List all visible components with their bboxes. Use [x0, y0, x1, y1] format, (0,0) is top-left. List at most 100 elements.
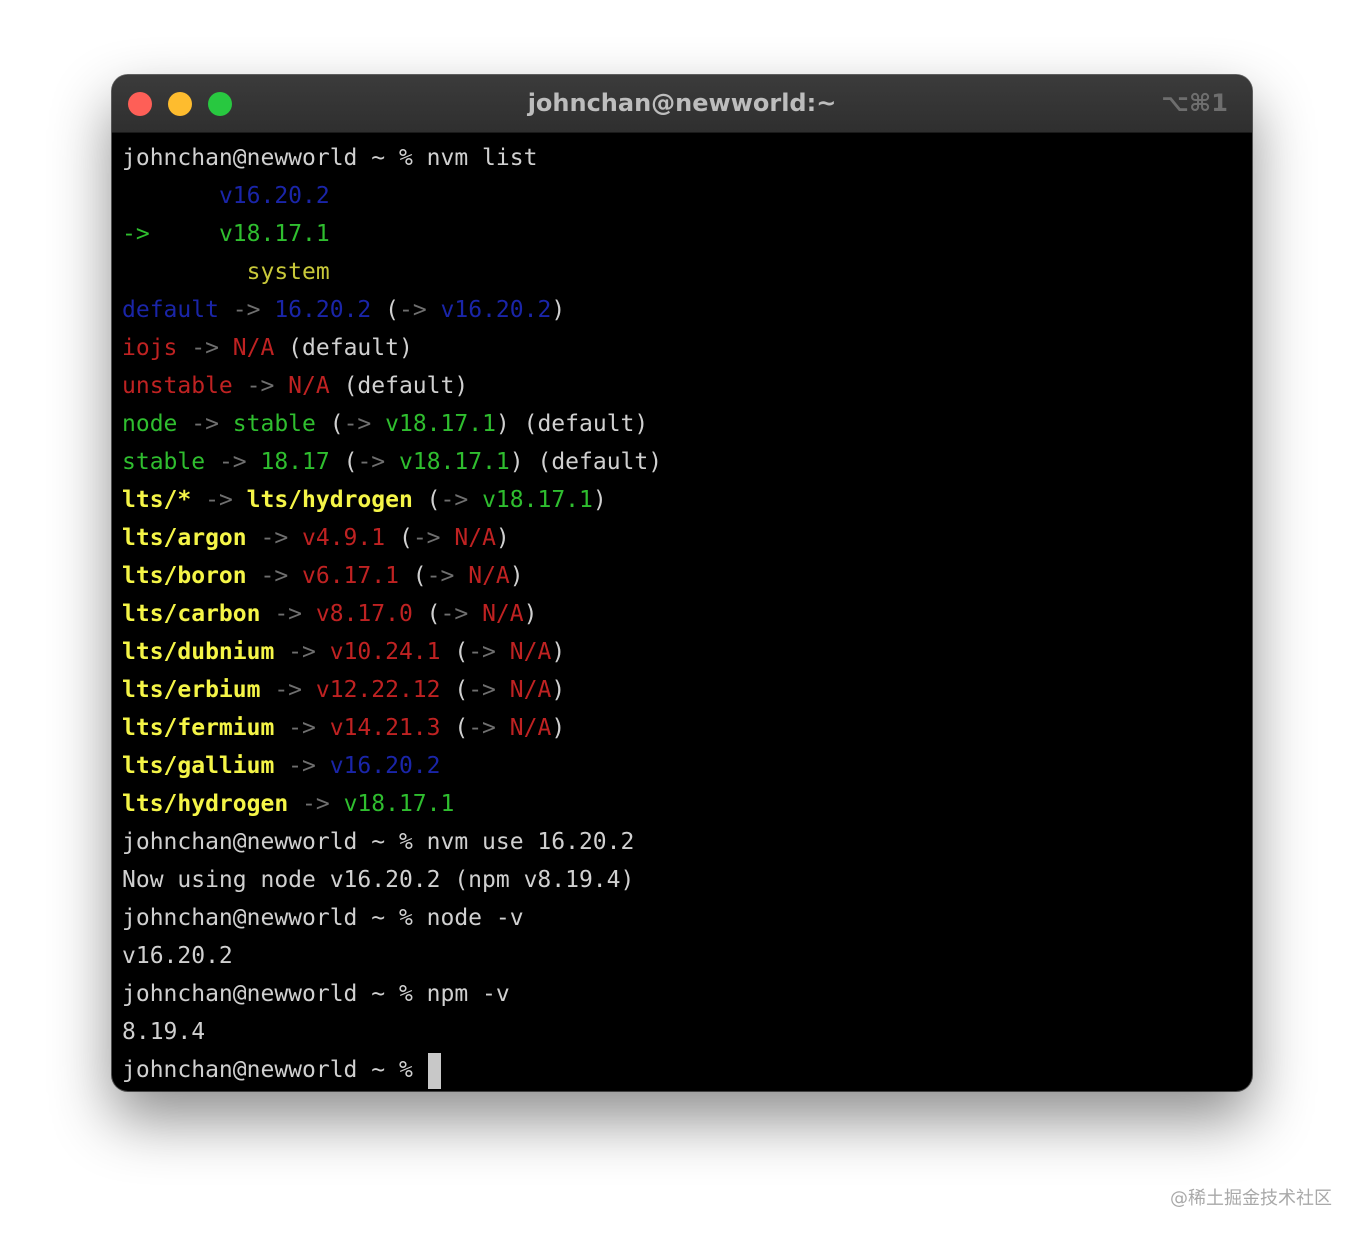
- terminal-text-segment: v10.24.1: [329, 639, 441, 665]
- terminal-text-segment: Now using node v16.20.2 (npm v8.19.4): [122, 867, 635, 893]
- terminal-text-segment: johnchan@newworld ~ % npm -v: [122, 981, 510, 1007]
- terminal-text-segment: ): [551, 639, 566, 665]
- terminal-line: lts/carbon -> v8.17.0 (-> N/A): [122, 595, 662, 633]
- terminal-text-segment: (: [315, 411, 344, 437]
- terminal-text-segment: ->: [343, 411, 372, 437]
- terminal-text-segment: 16.20.2: [274, 297, 372, 323]
- terminal-text-segment: lts/*: [122, 487, 192, 513]
- terminal-text-segment: (: [398, 563, 427, 589]
- terminal-line: Now using node v16.20.2 (npm v8.19.4): [122, 861, 662, 899]
- terminal-text-segment: unstable: [122, 373, 233, 399]
- terminal-text-segment: ->: [398, 297, 427, 323]
- terminal-text-segment: v16.20.2: [440, 297, 552, 323]
- terminal-text-segment: v16.20.2: [218, 183, 330, 209]
- terminal-text-segment: 8.19.4: [122, 1019, 206, 1045]
- terminal-line: lts/gallium -> v16.20.2: [122, 747, 662, 785]
- terminal-text-segment: N/A: [454, 525, 496, 551]
- terminal-text-segment: ->: [468, 715, 496, 741]
- terminal-text-segment: N/A: [288, 373, 330, 399]
- terminal-text-segment: stable: [232, 411, 316, 437]
- terminal-text-segment: ->: [468, 639, 496, 665]
- terminal-line: lts/fermium -> v14.21.3 (-> N/A): [122, 709, 662, 747]
- terminal-text-segment: lts/gallium: [122, 753, 275, 779]
- terminal-output[interactable]: johnchan@newworld ~ % nvm list v16.20.2-…: [122, 139, 662, 1089]
- terminal-text-segment: stable: [122, 449, 206, 475]
- terminal-line: system: [122, 253, 662, 291]
- terminal-text-segment: johnchan@newworld ~ % nvm list: [122, 145, 538, 171]
- terminal-text-segment: (: [412, 487, 441, 513]
- window-shortcut-label: ⌥⌘1: [1161, 89, 1228, 117]
- terminal-text-segment: (: [440, 715, 469, 741]
- terminal-line: lts/argon -> v4.9.1 (-> N/A): [122, 519, 662, 557]
- terminal-text-segment: 18.17: [260, 449, 330, 475]
- terminal-text-segment: N/A: [509, 639, 552, 665]
- terminal-text-segment: iojs: [122, 335, 178, 361]
- terminal-text-segment: v18.17.1: [343, 791, 455, 817]
- terminal-text-segment: default: [122, 297, 219, 323]
- terminal-text-segment: (: [371, 297, 399, 323]
- window-title: johnchan@newworld:~: [527, 89, 837, 117]
- terminal-text-segment: v18.17.1: [385, 411, 496, 437]
- terminal-text-segment: ->: [274, 753, 330, 779]
- terminal-window[interactable]: johnchan@newworld:~ ⌥⌘1 johnchan@newworl…: [112, 75, 1252, 1091]
- terminal-text-segment: (: [385, 525, 413, 551]
- prompt-text: johnchan@newworld ~ %: [122, 1057, 427, 1083]
- terminal-text-segment: ) (default): [509, 449, 663, 475]
- terminal-line: iojs -> N/A (default): [122, 329, 662, 367]
- terminal-text-segment: ->: [260, 677, 316, 703]
- terminal-text-segment: ->: [177, 335, 233, 361]
- terminal-text-segment: ->: [426, 563, 455, 589]
- terminal-line: lts/dubnium -> v10.24.1 (-> N/A): [122, 633, 662, 671]
- current-prompt-line[interactable]: johnchan@newworld ~ %: [122, 1051, 662, 1089]
- terminal-text-segment: lts/erbium: [122, 677, 261, 703]
- terminal-text-segment: ): [551, 297, 566, 323]
- terminal-text-segment: (: [440, 677, 469, 703]
- terminal-text-segment: ->: [122, 221, 150, 247]
- terminal-line: lts/erbium -> v12.22.12 (-> N/A): [122, 671, 662, 709]
- terminal-text-segment: system: [246, 259, 330, 285]
- terminal-text-segment: v16.20.2: [329, 753, 441, 779]
- terminal-text-segment: v16.20.2: [122, 943, 233, 969]
- terminal-text-segment: lts/fermium: [122, 715, 275, 741]
- terminal-text-segment: ->: [246, 525, 303, 551]
- terminal-text-segment: ->: [440, 487, 469, 513]
- terminal-text-segment: lts/hydrogen: [122, 791, 289, 817]
- terminal-text-segment: ->: [260, 601, 316, 627]
- terminal-text-segment: v14.21.3: [329, 715, 441, 741]
- terminal-line: unstable -> N/A (default): [122, 367, 662, 405]
- terminal-text-segment: v8.17.0: [315, 601, 413, 627]
- terminal-text-segment: v12.22.12: [315, 677, 441, 703]
- terminal-text-segment: ->: [218, 297, 275, 323]
- terminal-text-segment: lts/argon: [122, 525, 247, 551]
- terminal-text-segment: ->: [274, 639, 330, 665]
- terminal-text-segment: ->: [412, 525, 441, 551]
- terminal-text-segment: (: [412, 601, 441, 627]
- terminal-line: 8.19.4: [122, 1013, 662, 1051]
- terminal-text-segment: ): [551, 677, 566, 703]
- watermark: @稀土掘金技术社区: [1170, 1188, 1332, 1209]
- terminal-text-segment: N/A: [509, 715, 552, 741]
- title-bar[interactable]: johnchan@newworld:~ ⌥⌘1: [112, 75, 1252, 133]
- terminal-text-segment: N/A: [232, 335, 275, 361]
- terminal-text-segment: ->: [288, 791, 344, 817]
- terminal-text-segment: v18.17.1: [218, 221, 330, 247]
- terminal-text-segment: ->: [468, 677, 496, 703]
- terminal-text-segment: (: [440, 639, 469, 665]
- terminal-text-segment: ->: [246, 563, 303, 589]
- terminal-text-segment: lts/hydrogen: [246, 487, 413, 513]
- terminal-text-segment: ->: [274, 715, 330, 741]
- terminal-text-segment: ): [523, 601, 538, 627]
- text-cursor: [427, 1052, 441, 1089]
- terminal-line: node -> stable (-> v18.17.1) (default): [122, 405, 662, 443]
- terminal-text-segment: ->: [191, 487, 247, 513]
- terminal-text-segment: ) (default): [495, 411, 649, 437]
